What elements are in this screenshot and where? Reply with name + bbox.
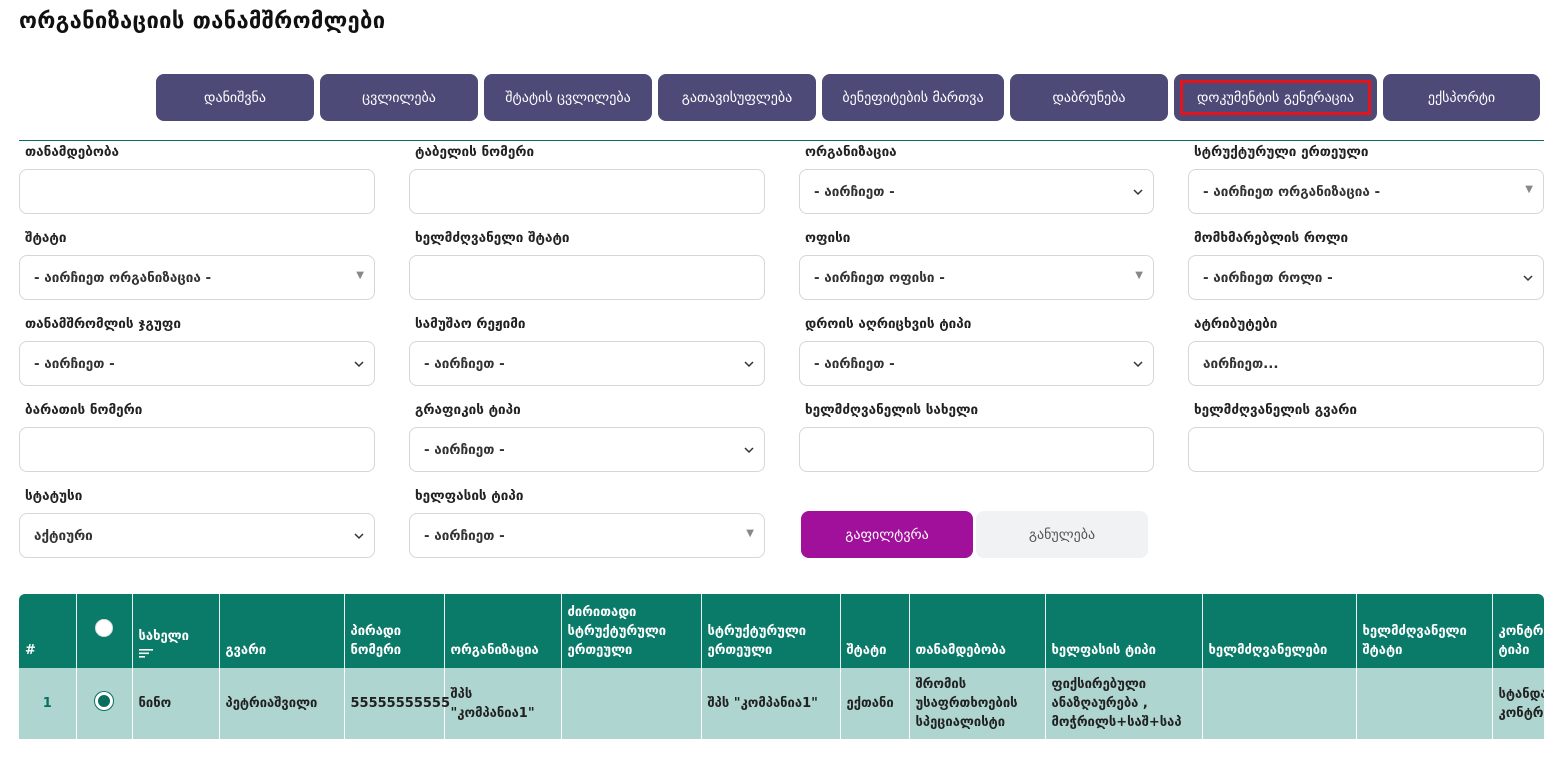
col-select — [76, 594, 133, 668]
cell-managers — [1202, 668, 1357, 739]
salary-type-label: ხელფასის ტიპი — [415, 488, 524, 504]
dismiss-button[interactable]: გათავისუფლება — [658, 74, 816, 121]
col-manager-shtat[interactable]: ხელმძღვანელი შტატი — [1356, 594, 1493, 668]
shtat-change-button[interactable]: შტატის ცვლილება — [484, 74, 652, 121]
organization-label: ორგანიზაცია — [805, 144, 897, 160]
tabel-number-input[interactable] — [409, 169, 765, 214]
chevron-down-icon — [744, 360, 754, 367]
cell-manager-shtat — [1356, 668, 1493, 739]
cell-select — [76, 668, 133, 739]
salary-type-select[interactable]: - აირჩიეთ - ▼ — [409, 513, 765, 558]
chevron-down-icon — [1133, 360, 1143, 367]
work-regime-select[interactable]: - აირჩიეთ - — [409, 341, 765, 386]
cell-main-unit — [561, 668, 702, 739]
col-managers[interactable]: ხელმძღვანელები — [1202, 594, 1357, 668]
benefits-button[interactable]: ბენეფიტების მართვა — [822, 74, 1004, 121]
col-unit[interactable]: სტრუქტურული ერთეული — [701, 594, 841, 668]
reset-button[interactable]: განულება — [976, 511, 1148, 558]
structural-unit-label: სტრუქტურული ერთეული — [1194, 144, 1369, 160]
manager-surname-label: ხელმძღვანელის გვარი — [1194, 402, 1357, 418]
cell-last-name: პეტრიაშვილი — [219, 668, 345, 739]
schedule-type-select[interactable]: - აირჩიეთ - — [409, 427, 765, 472]
work-regime-label: სამუშაო რეჟიმი — [415, 316, 526, 332]
employees-table: # სახელი გვარი პირადი ნომერი ორგანიზაცია… — [19, 594, 1544, 739]
select-all-radio[interactable] — [95, 619, 113, 637]
divider — [19, 140, 1544, 141]
office-select[interactable]: - აირჩიეთ ოფისი - ▼ — [799, 255, 1154, 300]
cell-personal-id: 55555555555 — [344, 668, 450, 739]
position-input[interactable] — [19, 169, 375, 214]
col-salary-type[interactable]: ხელფასის ტიპი — [1045, 594, 1203, 668]
col-contract-type[interactable]: კონტრაქტის ტიპი — [1492, 594, 1544, 668]
appoint-button[interactable]: დანიშვნა — [156, 74, 314, 121]
manager-shtat-label: ხელმძღვანელი შტატი — [415, 230, 570, 246]
card-number-input[interactable] — [19, 427, 375, 472]
highlight-box — [1180, 80, 1371, 115]
user-role-select[interactable]: - აირჩიეთ როლი - — [1188, 255, 1544, 300]
structural-unit-select[interactable]: - აირჩიეთ ორგანიზაცია - ▼ — [1188, 169, 1544, 214]
cell-unit: შპს "კომპანია1" — [701, 668, 841, 739]
chevron-down-icon — [1523, 274, 1533, 281]
chevron-down-icon — [354, 360, 364, 367]
col-main-unit[interactable]: ძირითადი სტრუქტურული ერთეული — [561, 594, 702, 668]
cell-first-name: ნინო — [132, 668, 220, 739]
attributes-select[interactable]: აირჩიეთ... — [1188, 341, 1544, 386]
cell-contract-type: სტანდარტული კონტრაქტი — [1492, 668, 1544, 739]
manager-name-label: ხელმძღვანელის სახელი — [805, 402, 979, 418]
change-button[interactable]: ცვლილება — [320, 74, 478, 121]
employee-group-label: თანამშრომლის ჯგუფი — [25, 316, 181, 332]
sort-icon[interactable] — [138, 648, 153, 660]
col-number: # — [19, 594, 77, 668]
chevron-down-icon — [1133, 188, 1143, 195]
chevron-down-icon — [354, 532, 364, 539]
filter-button[interactable]: გაფილტვრა — [801, 511, 973, 558]
cell-organization: შპს "კომპანია1" — [444, 668, 562, 739]
office-label: ოფისი — [805, 230, 851, 246]
page-title: ორგანიზაციის თანამშრომლები — [19, 9, 386, 34]
schedule-type-label: გრაფიკის ტიპი — [415, 402, 521, 418]
action-toolbar: დანიშვნა ცვლილება შტატის ცვლილება გათავი… — [156, 74, 1540, 121]
user-role-label: მომხმარებლის როლი — [1194, 230, 1349, 246]
col-shtat[interactable]: შტატი — [840, 594, 910, 668]
organization-select[interactable]: - აირჩიეთ - — [799, 169, 1154, 214]
col-organization[interactable]: ორგანიზაცია — [444, 594, 562, 668]
position-label: თანამდებობა — [25, 144, 119, 160]
tabel-number-label: ტაბელის ნომერი — [415, 144, 535, 160]
table-header-row: # სახელი გვარი პირადი ნომერი ორგანიზაცია… — [19, 594, 1544, 668]
generate-document-button[interactable]: დოკუმენტის გენერაცია — [1174, 74, 1377, 121]
card-number-label: ბარათის ნომერი — [25, 402, 143, 418]
triangle-down-icon: ▼ — [1135, 270, 1143, 281]
col-position[interactable]: თანამდებობა — [909, 594, 1046, 668]
return-button[interactable]: დაბრუნება — [1010, 74, 1168, 121]
employee-group-select[interactable]: - აირჩიეთ - — [19, 341, 375, 386]
row-select-radio[interactable] — [95, 691, 113, 710]
table-row[interactable]: 1 ნინო პეტრიაშვილი 55555555555 შპს "კომპ… — [19, 668, 1544, 739]
cell-salary-type: ფიქსირებული ანაზღაურება , მოჭრილს+საშ+სა… — [1045, 668, 1203, 739]
shtat-label: შტატი — [25, 230, 67, 246]
export-button[interactable]: ექსპორტი — [1383, 74, 1540, 121]
attributes-label: ატრიბუტები — [1194, 316, 1278, 332]
cell-position: შრომის უსაფრთხოების სპეციალისტი — [909, 668, 1046, 739]
col-personal-id[interactable]: პირადი ნომერი — [344, 594, 445, 668]
status-label: სტატუსი — [25, 488, 83, 504]
cell-number: 1 — [19, 668, 77, 739]
time-tracking-select[interactable]: - აირჩიეთ - — [799, 341, 1154, 386]
time-tracking-label: დროის აღრიცხვის ტიპი — [805, 316, 972, 332]
col-first-name[interactable]: სახელი — [132, 594, 220, 668]
manager-surname-input[interactable] — [1188, 427, 1544, 472]
status-select[interactable]: აქტიური — [19, 513, 375, 558]
manager-shtat-input[interactable] — [409, 255, 765, 300]
triangle-down-icon: ▼ — [1525, 184, 1533, 195]
shtat-select[interactable]: - აირჩიეთ ორგანიზაცია - ▼ — [19, 255, 375, 300]
triangle-down-icon: ▼ — [746, 528, 754, 539]
triangle-down-icon: ▼ — [356, 270, 364, 281]
cell-shtat: ექთანი — [840, 668, 910, 739]
col-last-name[interactable]: გვარი — [219, 594, 345, 668]
col-first-name-label: სახელი — [138, 629, 189, 644]
chevron-down-icon — [744, 446, 754, 453]
manager-name-input[interactable] — [799, 427, 1154, 472]
